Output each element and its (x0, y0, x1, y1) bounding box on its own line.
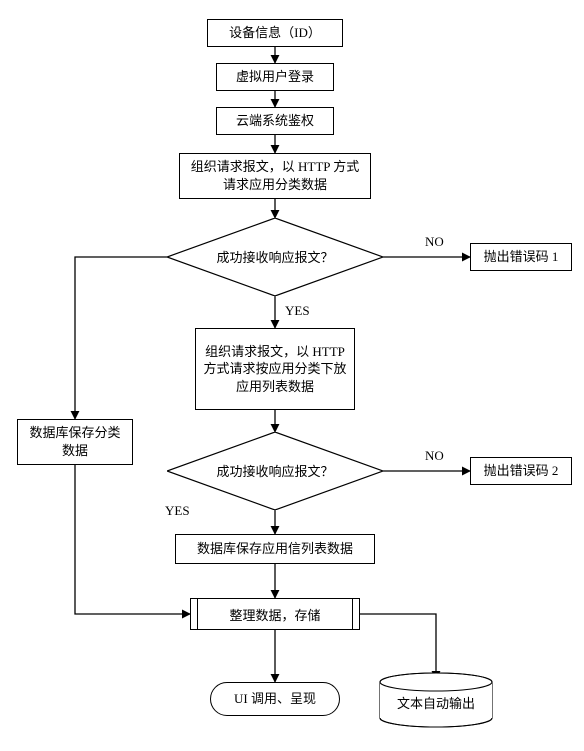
node-error-1: 抛出错误码 1 (470, 243, 572, 271)
branch-label-yes: YES (285, 303, 310, 319)
node-text-output: 文本自动输出 (378, 672, 494, 728)
node-label: 文本自动输出 (397, 696, 475, 711)
node-save-categories: 数据库保存分类数据 (17, 419, 133, 465)
branch-label-no: NO (425, 448, 444, 464)
decision-received-1: 成功接收响应报文？ (167, 218, 383, 296)
node-label: 云端系统鉴权 (236, 112, 314, 130)
node-label: 组织请求报文，以 HTTP 方式请求应用分类数据 (186, 158, 364, 193)
node-label: 组织请求报文，以 HTTP 方式请求按应用分类下放应用列表数据 (202, 343, 348, 396)
node-error-2: 抛出错误码 2 (470, 457, 572, 485)
node-label: 抛出错误码 2 (484, 462, 559, 480)
node-ui-present: UI 调用、呈现 (210, 682, 340, 716)
node-virtual-login: 虚拟用户登录 (216, 63, 334, 91)
flowchart-canvas: 设备信息（ID） 虚拟用户登录 云端系统鉴权 组织请求报文，以 HTTP 方式请… (0, 0, 584, 751)
node-label: 成功接收响应报文？ (216, 464, 333, 479)
node-label: 虚拟用户登录 (236, 68, 314, 86)
node-label: 成功接收响应报文？ (216, 250, 333, 265)
node-cloud-auth: 云端系统鉴权 (216, 107, 334, 135)
node-organize-store: 整理数据，存储 (190, 598, 360, 630)
node-label: 抛出错误码 1 (484, 248, 559, 266)
node-save-app-list: 数据库保存应用信列表数据 (175, 534, 375, 564)
node-request-app-list: 组织请求报文，以 HTTP 方式请求按应用分类下放应用列表数据 (195, 328, 355, 410)
node-label: 数据库保存分类数据 (24, 424, 126, 459)
node-request-categories: 组织请求报文，以 HTTP 方式请求应用分类数据 (179, 153, 371, 199)
node-label: UI 调用、呈现 (234, 690, 316, 708)
node-label: 数据库保存应用信列表数据 (197, 540, 353, 558)
node-label: 整理数据，存储 (229, 605, 320, 624)
decision-received-2: 成功接收响应报文？ (167, 432, 383, 510)
branch-label-yes: YES (165, 503, 190, 519)
node-label: 设备信息（ID） (229, 24, 321, 42)
node-device-info: 设备信息（ID） (207, 19, 343, 47)
branch-label-no: NO (425, 234, 444, 250)
